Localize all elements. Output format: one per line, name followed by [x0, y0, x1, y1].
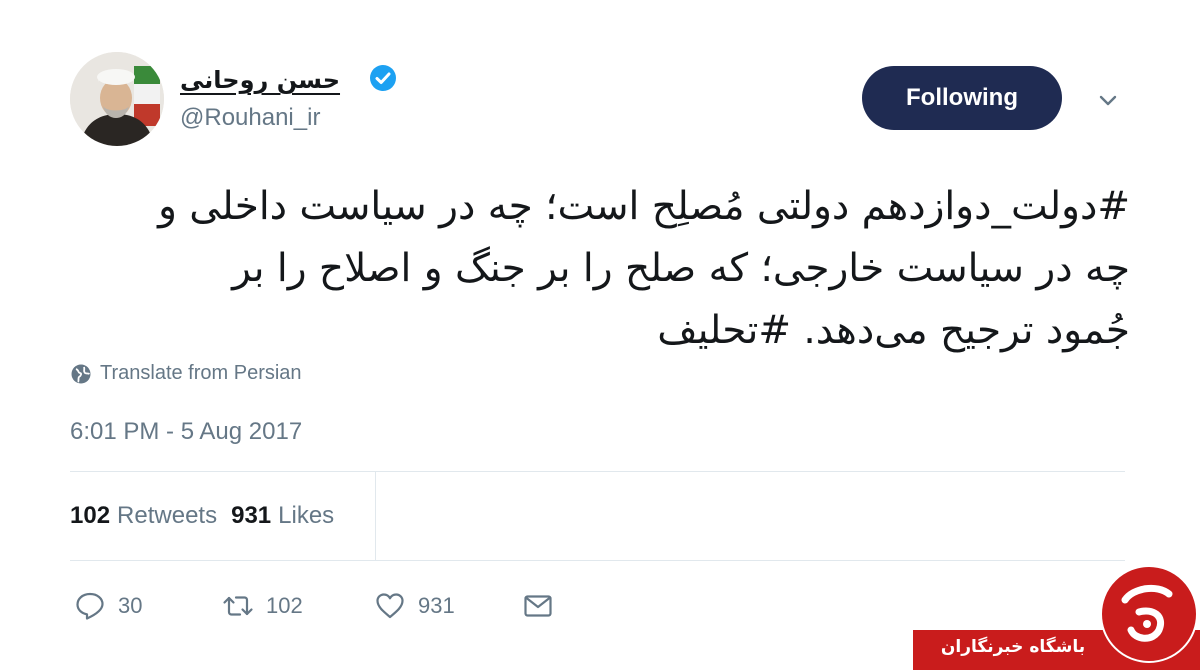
envelope-icon	[524, 595, 552, 617]
author-display-name[interactable]: حسن روحانی	[180, 66, 340, 94]
author-handle[interactable]: @Rouhani_ir	[180, 104, 320, 132]
likes-label: Likes	[278, 502, 335, 529]
tweet-actions: 30 102 931	[74, 590, 554, 622]
avatar[interactable]	[70, 52, 164, 146]
chevron-down-icon[interactable]	[1096, 88, 1120, 112]
retweets-count: 102	[70, 502, 111, 529]
heart-icon	[376, 593, 404, 619]
reply-button[interactable]: 30	[74, 590, 222, 622]
tweet-line: #دولت_دوازدهم دولتی مُصلِح است؛ چه در سی…	[158, 184, 1130, 229]
avatar-portrait-image	[70, 52, 164, 146]
stats-divider	[375, 471, 376, 560]
retweet-icon	[223, 596, 253, 616]
tweet-line: چه در سیاست خارجی؛ که صلح را بر جنگ و اص…	[232, 246, 1130, 291]
translate-label[interactable]: Translate from Persian	[100, 362, 302, 385]
reply-icon	[76, 592, 104, 620]
like-count: 931	[418, 593, 455, 618]
reply-count: 30	[118, 593, 143, 618]
watermark-emblem-icon	[1100, 565, 1198, 663]
likes-count: 931	[231, 502, 272, 529]
retweets-label: Retweets	[117, 502, 218, 529]
like-button[interactable]: 931	[374, 590, 522, 622]
retweet-count: 102	[266, 593, 303, 618]
retweets-stat[interactable]: 102 Retweets	[70, 502, 217, 530]
retweet-button[interactable]: 102	[222, 590, 374, 622]
verified-badge-icon	[370, 65, 396, 91]
following-button[interactable]: Following	[862, 66, 1062, 130]
translate-link[interactable]: Translate from Persian	[70, 362, 302, 385]
tweet-timestamp[interactable]: 6:01 PM - 5 Aug 2017	[70, 418, 302, 446]
tweet-text: #دولت_دوازدهم دولتی مُصلِح است؛ چه در سی…	[90, 176, 1130, 362]
direct-message-button[interactable]	[522, 590, 554, 622]
divider	[70, 471, 1125, 472]
tweet-line: جُمود ترجیح می‌دهد. #تحلیف	[657, 308, 1130, 353]
watermark-text: باشگاه خبرنگاران	[940, 637, 1086, 657]
globe-icon	[71, 364, 91, 383]
likes-stat[interactable]: 931 Likes	[231, 502, 334, 530]
watermark-logo: باشگاه خبرنگاران	[913, 556, 1200, 670]
engagement-stats: 102 Retweets 931 Likes	[70, 502, 334, 530]
